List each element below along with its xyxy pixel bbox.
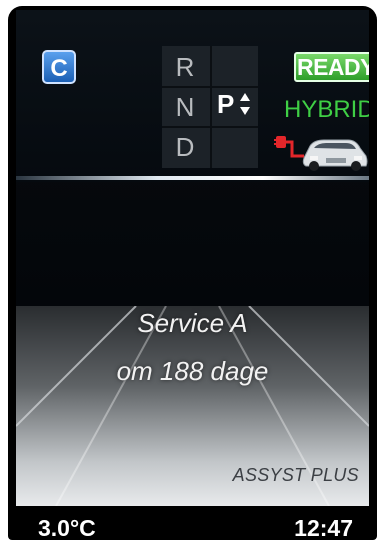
hybrid-label: HYBRID: [284, 96, 369, 123]
car-charging-icon: [274, 136, 368, 171]
gear-divider: [162, 126, 258, 128]
c-mode-badge: C: [42, 50, 76, 84]
divider-line: [16, 176, 369, 180]
gear-divider: [210, 46, 212, 168]
service-due: om 188 dage: [116, 356, 269, 386]
gear-n: N: [175, 92, 195, 122]
gear-indicator: R N D P: [162, 46, 258, 168]
assyst-plus-label: ASSYST PLUS: [232, 465, 359, 485]
service-title: Service A: [137, 308, 248, 338]
gear-divider: [162, 86, 258, 88]
instrument-display: C R N D P READY HYBRID Service A om 188 …: [16, 10, 369, 540]
ready-badge: READY: [294, 52, 369, 82]
gear-r: R: [175, 52, 195, 82]
gear-selector-arrows-icon: [240, 93, 250, 115]
current-gear: P: [217, 89, 235, 119]
display-bezel: C R N D P READY HYBRID Service A om 188 …: [8, 6, 377, 540]
gear-d: D: [175, 132, 195, 162]
clock: 12:47: [294, 515, 353, 540]
outside-temperature: 3.0°C: [38, 515, 96, 540]
